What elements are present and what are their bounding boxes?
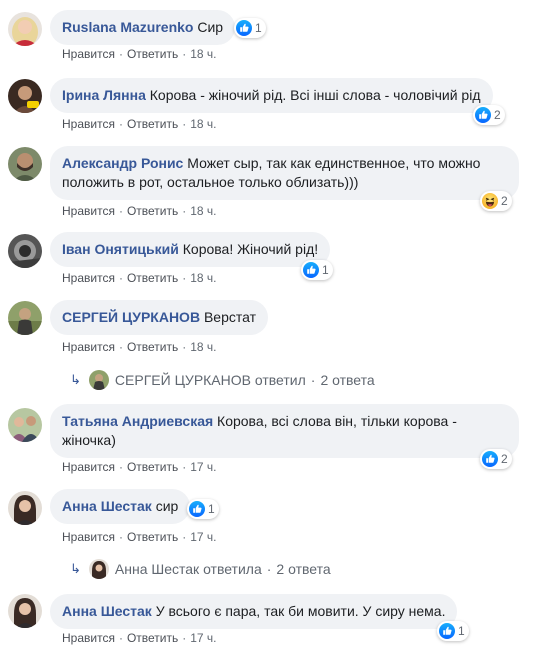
reaction-count[interactable]: 2 xyxy=(480,191,512,211)
like-link[interactable]: Нравится xyxy=(62,340,115,354)
reaction-number: 2 xyxy=(501,194,508,208)
like-icon xyxy=(303,262,319,278)
reply-link[interactable]: Ответить xyxy=(127,117,178,131)
like-link[interactable]: Нравится xyxy=(62,204,115,218)
reaction-count[interactable]: 1 xyxy=(301,260,333,280)
avatar[interactable] xyxy=(8,491,42,525)
comment-author[interactable]: Анна Шестак xyxy=(62,603,152,619)
reaction-count[interactable]: 1 xyxy=(187,499,219,519)
comment-bubble: Іван Онятицький Корова! Жіночий рід! xyxy=(50,232,331,267)
reaction-count[interactable]: 2 xyxy=(473,105,505,125)
comment-actions: Нравится · Ответить · 17 ч. xyxy=(62,530,217,544)
comment-text: Корова! Жіночий рід! xyxy=(182,241,319,257)
like-icon xyxy=(482,451,498,467)
comment-actions: Нравится · Ответить · 17 ч. xyxy=(62,631,217,645)
reaction-number: 1 xyxy=(458,624,465,638)
reply-link[interactable]: Ответить xyxy=(127,631,178,645)
comment-author[interactable]: Іван Онятицький xyxy=(62,241,179,257)
reply-link[interactable]: Ответить xyxy=(127,530,178,544)
comment-actions: Нравится · Ответить · 18 ч. xyxy=(62,117,217,131)
like-icon xyxy=(236,20,252,36)
reply-link[interactable]: Ответить xyxy=(127,460,178,474)
reply-link[interactable]: Ответить xyxy=(127,271,178,285)
timestamp[interactable]: 18 ч. xyxy=(190,271,216,285)
avatar xyxy=(88,370,109,390)
reply-arrow-icon: ↳ xyxy=(70,561,81,576)
comment-author[interactable]: Ruslana Mazurenko xyxy=(62,19,193,35)
reply-count: 2 ответа xyxy=(320,372,375,388)
comment-text: У всього є пара, так би мовити. У сиру н… xyxy=(155,603,446,619)
timestamp[interactable]: 17 ч. xyxy=(190,631,216,645)
comment-text: Верстат xyxy=(203,309,257,325)
avatar[interactable] xyxy=(8,12,42,46)
reaction-count[interactable]: 1 xyxy=(234,18,266,38)
comment-bubble: Татьяна Андриевская Корова, всі слова ві… xyxy=(50,404,519,458)
reaction-number: 1 xyxy=(322,263,329,277)
comment-author[interactable]: Александр Ронис xyxy=(62,155,183,171)
timestamp[interactable]: 17 ч. xyxy=(190,530,216,544)
view-replies[interactable]: ↳ Анна Шестак ответила · 2 ответа xyxy=(70,559,331,579)
reply-link[interactable]: Ответить xyxy=(127,204,178,218)
comment-actions: Нравится · Ответить · 18 ч. xyxy=(62,340,217,354)
comment-actions: Нравится · Ответить · 18 ч. xyxy=(62,47,217,61)
reply-link[interactable]: Ответить xyxy=(127,47,178,61)
comment-bubble: Александр Ронис Может сыр, так как единс… xyxy=(50,146,519,200)
reply-author: Анна Шестак xyxy=(114,561,200,577)
like-icon xyxy=(439,623,455,639)
comment-actions: Нравится · Ответить · 18 ч. xyxy=(62,204,217,218)
comment-author[interactable]: Анна Шестак xyxy=(62,498,152,514)
reply-link[interactable]: Ответить xyxy=(127,340,178,354)
reaction-count[interactable]: 2 xyxy=(480,449,512,469)
avatar[interactable] xyxy=(8,234,42,268)
like-link[interactable]: Нравится xyxy=(62,631,115,645)
reply-author: СЕРГЕЙ ЦУРКАНОВ xyxy=(114,372,251,388)
avatar xyxy=(88,559,109,579)
like-icon xyxy=(475,107,491,123)
timestamp[interactable]: 18 ч. xyxy=(190,117,216,131)
comment-bubble: Ірина Лянна Корова - жіночий рід. Всі ін… xyxy=(50,78,493,113)
reaction-number: 2 xyxy=(501,452,508,466)
like-link[interactable]: Нравится xyxy=(62,530,115,544)
comment-bubble: Анна Шестак сир xyxy=(50,489,191,524)
comment-author[interactable]: СЕРГЕЙ ЦУРКАНОВ xyxy=(62,309,200,325)
like-link[interactable]: Нравится xyxy=(62,271,115,285)
reply-count: 2 ответа xyxy=(276,561,331,577)
comment-actions: Нравится · Ответить · 17 ч. xyxy=(62,460,217,474)
like-icon xyxy=(189,501,205,517)
avatar[interactable] xyxy=(8,408,42,442)
comment-actions: Нравится · Ответить · 18 ч. xyxy=(62,271,217,285)
like-link[interactable]: Нравится xyxy=(62,460,115,474)
comment-author[interactable]: Ірина Лянна xyxy=(62,87,146,103)
avatar[interactable] xyxy=(8,301,42,335)
comment-bubble: Анна Шестак У всього є пара, так би мови… xyxy=(50,594,458,629)
like-link[interactable]: Нравится xyxy=(62,117,115,131)
comment-author[interactable]: Татьяна Андриевская xyxy=(62,413,213,429)
reaction-number: 2 xyxy=(494,108,501,122)
comment-bubble: Ruslana Mazurenko Сир xyxy=(50,10,236,45)
avatar[interactable] xyxy=(8,79,42,113)
timestamp[interactable]: 18 ч. xyxy=(190,47,216,61)
like-link[interactable]: Нравится xyxy=(62,47,115,61)
reply-arrow-icon: ↳ xyxy=(70,372,81,387)
reaction-number: 1 xyxy=(255,21,262,35)
avatar[interactable] xyxy=(8,147,42,181)
comment-bubble: СЕРГЕЙ ЦУРКАНОВ Верстат xyxy=(50,300,269,335)
comment-text: Корова - жіночий рід. Всі інші слова - ч… xyxy=(149,87,481,103)
reaction-number: 1 xyxy=(208,502,215,516)
timestamp[interactable]: 18 ч. xyxy=(190,204,216,218)
reply-verb: ответила xyxy=(203,561,262,577)
haha-icon xyxy=(482,193,498,209)
view-replies[interactable]: ↳ СЕРГЕЙ ЦУРКАНОВ ответил · 2 ответа xyxy=(70,370,375,390)
comment-text: Сир xyxy=(197,19,224,35)
timestamp[interactable]: 17 ч. xyxy=(190,460,216,474)
reply-verb: ответил xyxy=(254,372,306,388)
avatar[interactable] xyxy=(8,594,42,628)
timestamp[interactable]: 18 ч. xyxy=(190,340,216,354)
reaction-count[interactable]: 1 xyxy=(437,621,469,641)
comment-text: сир xyxy=(155,498,179,514)
